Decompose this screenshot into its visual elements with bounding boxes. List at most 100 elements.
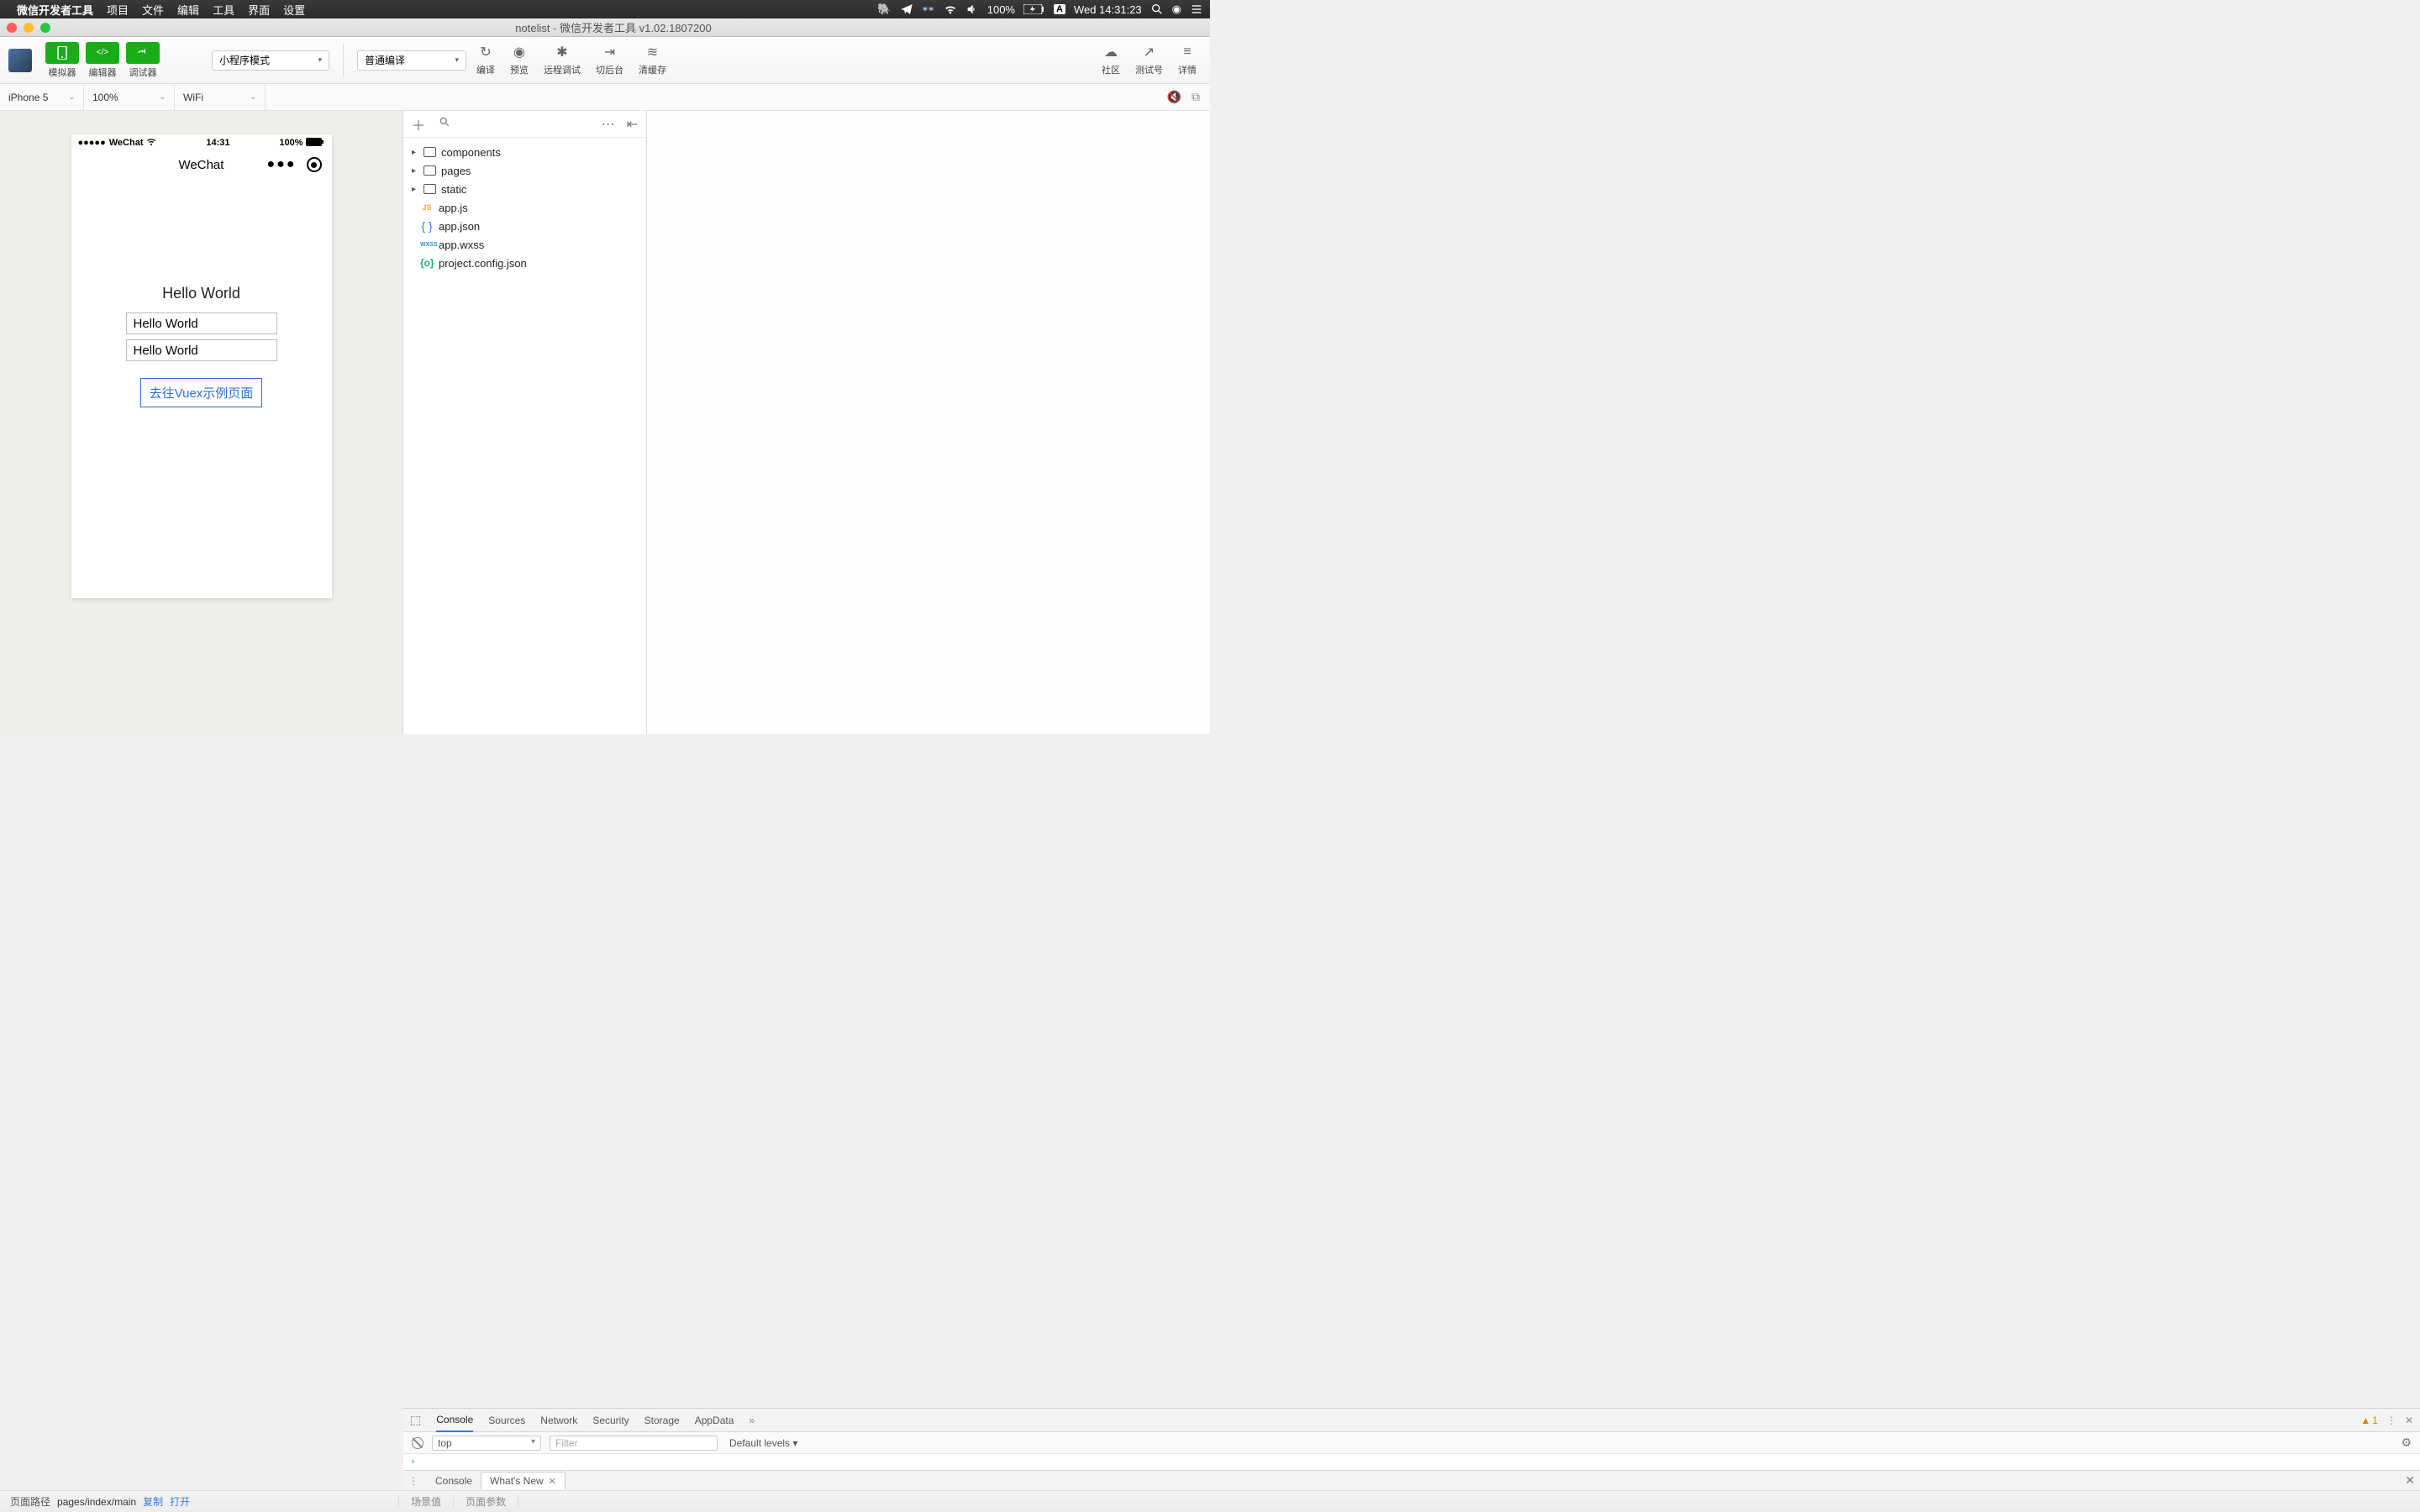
signal-icon: ●●●●● [78,138,106,148]
drawer-tab-console[interactable]: Console [427,1473,481,1489]
file-tree-pane: ＋ ⋯ ⇤ ▸components ▸pages ▸static JSapp.j… [403,111,647,734]
more-icon[interactable]: ⋯ [602,116,615,133]
log-levels-select[interactable]: Default levels ▾ [729,1437,797,1449]
tree-toolbar: ＋ ⋯ ⇤ [403,111,646,138]
compile-mode-select[interactable]: 普通编译▾ [357,50,466,71]
network-select[interactable]: WiFi⌄ [175,84,266,110]
phone-battery-pct: 100% [279,138,302,148]
scene-value-label[interactable]: 场景值 [411,1494,441,1509]
battery-icon [1023,4,1045,14]
clear-console-icon[interactable] [412,1437,424,1449]
tab-sources[interactable]: Sources [488,1410,525,1431]
simulator-toggle[interactable] [45,42,79,64]
input-source-badge[interactable]: A [1054,4,1065,14]
clear-cache-button[interactable]: ≋清缓存 [634,44,671,76]
glasses-icon[interactable]: 👓 [922,3,935,16]
context-select[interactable]: top [432,1436,541,1451]
background-button[interactable]: ⇥切后台 [591,44,629,76]
folder-static[interactable]: ▸static [403,180,646,198]
tab-network[interactable]: Network [540,1410,577,1431]
open-link[interactable]: 打开 [170,1494,190,1509]
filter-input[interactable]: Filter [550,1436,718,1451]
phone-statusbar: ●●●●●WeChat 14:31 100% [71,134,332,151]
main-toolbar: 模拟器 </> 编辑器 调试器 小程序模式▾ 普通编译▾ ↻编译 ◉预览 ✱远程… [0,37,1210,84]
console-output[interactable]: › [403,1454,2420,1470]
menu-app[interactable]: 微信开发者工具 [17,2,93,18]
warnings-badge[interactable]: ▲ 1 [2360,1415,2378,1426]
compile-button[interactable]: ↻编译 [471,44,500,76]
menu-edit[interactable]: 编辑 [177,2,199,18]
close-tab-icon[interactable]: ✕ [549,1477,556,1487]
notification-center-icon[interactable] [1190,3,1203,16]
new-file-icon[interactable]: ＋ [412,114,425,134]
json-icon: { } [420,219,434,233]
menu-file[interactable]: 文件 [142,2,164,18]
path-label: 页面路径 [10,1494,50,1509]
menu-settings[interactable]: 设置 [283,2,305,18]
test-account-button[interactable]: ↗测试号 [1130,44,1168,76]
menu-tools[interactable]: 工具 [213,2,234,18]
window-title: notelist - 微信开发者工具 v1.02.1807200 [50,19,1176,35]
wifi-icon[interactable] [944,3,957,16]
menu-interface[interactable]: 界面 [248,2,270,18]
phone-body: Hello World Hello World Hello World 去往Vu… [71,178,332,598]
clock[interactable]: Wed 14:31:23 [1074,3,1142,16]
collapse-icon[interactable]: ⇤ [627,116,638,133]
file-app-js[interactable]: JSapp.js [403,198,646,217]
folder-pages[interactable]: ▸pages [403,161,646,180]
code-pane [647,111,1210,734]
file-app-wxss[interactable]: WXSSapp.wxss [403,235,646,254]
details-button[interactable]: ≡详情 [1173,44,1202,76]
console-settings-icon[interactable]: ⚙ [2401,1436,2412,1450]
main-area: ●●●●●WeChat 14:31 100% WeChat ●●● Hello … [0,111,1210,734]
tab-storage[interactable]: Storage [644,1410,680,1431]
inspect-icon[interactable]: ⬚ [410,1413,421,1427]
file-project-config[interactable]: {o}project.config.json [403,254,646,272]
folder-components[interactable]: ▸components [403,143,646,161]
js-icon: JS [420,203,434,212]
hello-box-1: Hello World [126,312,277,334]
maximize-window-button[interactable] [40,23,50,33]
statusbar: 页面路径 pages/index/main 复制 打开 场景值 页面参数 [0,1490,2420,1512]
phone-close-icon[interactable] [307,157,322,172]
drawer-tab-whatsnew[interactable]: What's New✕ [481,1472,566,1489]
devtools-close-icon[interactable]: ✕ [2405,1415,2413,1426]
editor-toggle[interactable]: </> [86,42,119,64]
devtools-kebab-icon[interactable]: ⋮ [2386,1415,2396,1426]
minimize-window-button[interactable] [24,23,34,33]
evernote-icon[interactable]: 🐘 [877,3,891,16]
search-icon[interactable] [439,116,450,132]
avatar[interactable] [8,49,32,72]
tab-security[interactable]: Security [592,1410,629,1431]
wifi-small-icon [146,138,156,149]
tab-appdata[interactable]: AppData [695,1410,734,1431]
vuex-link-button[interactable]: 去往Vuex示例页面 [140,378,263,407]
debugger-toggle[interactable] [126,42,160,64]
telegram-icon[interactable] [900,3,913,16]
file-tree: ▸components ▸pages ▸static JSapp.js { }a… [403,138,646,277]
zoom-select[interactable]: 100%⌄ [84,84,175,110]
preview-button[interactable]: ◉预览 [505,44,534,76]
community-button[interactable]: ☁社区 [1097,44,1125,76]
drawer-close-icon[interactable]: ✕ [2405,1473,2415,1488]
file-app-json[interactable]: { }app.json [403,217,646,235]
mute-icon[interactable]: 🔇 [1167,90,1181,104]
siri-icon[interactable]: ◉ [1172,3,1181,16]
tabs-overflow-icon[interactable]: » [749,1415,755,1426]
spotlight-icon[interactable] [1150,3,1164,16]
page-params-label[interactable]: 页面参数 [466,1494,506,1509]
tab-console[interactable]: Console [436,1409,473,1432]
detach-icon[interactable]: ⧉ [1192,90,1200,104]
remote-debug-button[interactable]: ✱远程调试 [539,44,586,76]
mode-select[interactable]: 小程序模式▾ [212,50,329,71]
drawer-kebab-icon[interactable]: ⋮ [408,1475,418,1487]
device-select[interactable]: iPhone 5⌄ [0,84,84,110]
menu-project[interactable]: 项目 [107,2,129,18]
simulator-label: 模拟器 [49,66,76,79]
app-window: notelist - 微信开发者工具 v1.02.1807200 模拟器 </>… [0,18,1210,734]
copy-link[interactable]: 复制 [143,1494,163,1509]
volume-icon[interactable] [965,3,979,16]
phone-menu-icon[interactable]: ●●● [267,157,297,172]
close-window-button[interactable] [7,23,17,33]
phone-nav-title: WeChat [179,158,224,172]
